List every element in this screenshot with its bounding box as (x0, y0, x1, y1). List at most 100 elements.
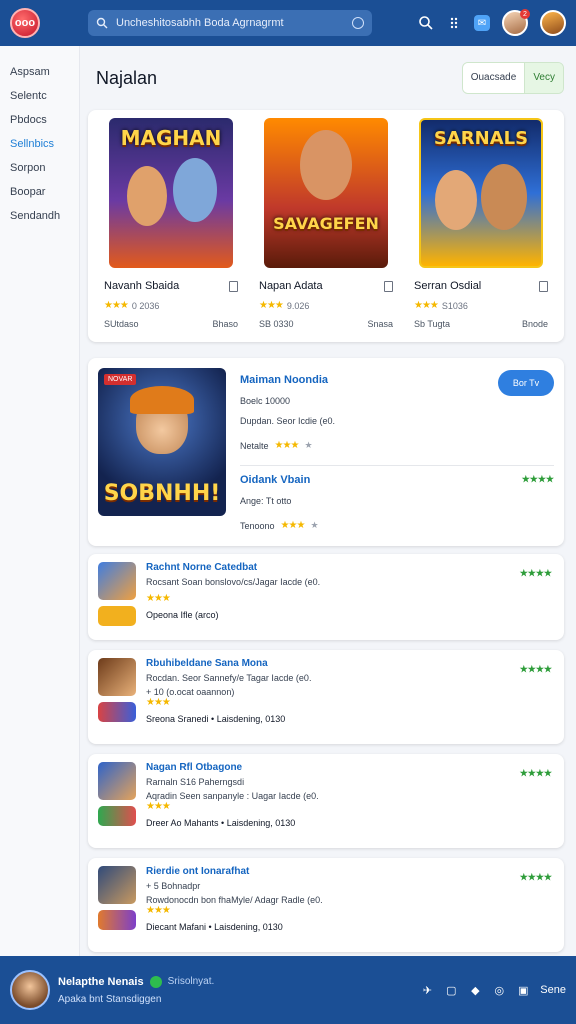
list-footer: Diecant Mafani • Laisdening, 0130 (146, 922, 283, 932)
profile-status: Srisolnyat. (167, 976, 215, 987)
game-title[interactable]: Napan Adata (259, 280, 323, 292)
game-cover[interactable]: SAVAGEFEN (264, 118, 388, 268)
segment-option-active[interactable]: Vecy (525, 63, 563, 93)
character-art (127, 166, 167, 226)
detail-subtitle[interactable]: Oidank Vbain (240, 474, 310, 486)
game-thumbnail[interactable] (98, 702, 136, 722)
list-item[interactable]: Rierdie ont Ionarafhat + 5 Bohnadpr Rowd… (88, 858, 564, 952)
list-item[interactable]: Rbuhibeldane Sana Mona Rocdan. Seor Sann… (88, 650, 564, 744)
detail-description: Dupdan. Seor Icdie (e0. (240, 416, 336, 426)
star-rating: ★★★ (146, 801, 171, 812)
page-title: Najalan (96, 67, 158, 88)
sidebar-item[interactable]: Sorpon (0, 156, 79, 180)
list-description: + 5 Bohnadpr (146, 881, 201, 891)
sidebar-item[interactable]: Pbdocs (0, 108, 79, 132)
share-icon[interactable]: ✈ (420, 983, 434, 997)
rating-label: Netalte (240, 440, 269, 451)
game-title[interactable]: Navanh Sbaida (104, 280, 179, 292)
sidebar-item[interactable]: Sendandh (0, 204, 79, 228)
bookmark-icon[interactable] (539, 280, 548, 292)
sidebar-item-active[interactable]: Sellnbics (0, 132, 79, 156)
game-foot-left: SB 0330 (259, 319, 294, 329)
main-content: Najalan Ouacsade Vecy MAGHAN Navanh Sbai… (88, 46, 564, 952)
empty-star-icon: ★ (310, 520, 319, 530)
character-art (300, 130, 352, 200)
profile-subtitle: Apaka bnt Stansdiggen (58, 993, 162, 1005)
bookmark-icon[interactable] (384, 280, 393, 292)
game-thumbnail[interactable] (98, 762, 136, 800)
bottom-label[interactable]: Sene (540, 984, 566, 996)
user-avatar[interactable] (540, 10, 566, 36)
game-thumbnail[interactable] (98, 910, 136, 930)
game-meta: 9.026 (286, 300, 310, 311)
settings-icon[interactable]: ◎ (492, 983, 506, 997)
bookmark-icon[interactable] (229, 280, 238, 292)
sidebar: Aspsam Selentc Pbdocs Sellnbics Sorpon B… (0, 46, 80, 956)
featured-game[interactable]: SAVAGEFEN Napan Adata ★★★ 9.026 SB 0330 Sn… (251, 118, 401, 334)
game-cover[interactable]: MAGHAN (109, 118, 233, 268)
game-foot-right: Bnode (521, 319, 548, 329)
game-thumbnail[interactable] (98, 806, 136, 826)
green-rating: ★★★★ (521, 474, 554, 484)
top-bar: ooo Uncheshitosabhh Boda Agrnagrmt ✉ 2 (0, 0, 576, 46)
list-item[interactable]: Nagan Rfl Otbagone Rarnaln S16 Paherngsd… (88, 754, 564, 848)
online-status-icon (149, 975, 162, 988)
rating-label: Tenoono (240, 520, 275, 531)
game-thumbnail[interactable] (98, 562, 136, 600)
game-title[interactable]: Serran Osdial (414, 280, 481, 292)
profile-avatar[interactable] (10, 970, 50, 1010)
voice-search-icon[interactable] (352, 17, 364, 29)
game-thumbnail[interactable] (98, 658, 136, 696)
notification-icon[interactable]: ▢ (444, 983, 458, 997)
sidebar-item[interactable]: Selentc (0, 84, 79, 108)
list-footer: Dreer Ao Mahants • Laisdening, 0130 (146, 818, 296, 828)
list-item[interactable]: Rachnt Norne Catedbat Rocsant Soan bonsl… (88, 554, 564, 640)
view-toggle[interactable]: Ouacsade Vecy (461, 62, 564, 94)
play-button[interactable]: Bor Tv (498, 370, 554, 396)
grid-icon[interactable] (446, 15, 462, 31)
message-icon[interactable]: ✉ (474, 15, 490, 31)
empty-star-icon: ★ (304, 440, 313, 450)
profile-name[interactable]: Nelapthe Nenais (58, 976, 144, 988)
featured-game[interactable]: SARNALS Serran Osdial ★★★ S1036 Sb Tugta B… (406, 118, 556, 334)
featured-game[interactable]: MAGHAN Navanh Sbaida ★★★ 0 2036 SUtdaso Bh… (96, 118, 246, 334)
star-rating: ★★★ (274, 440, 300, 451)
list-footer: Opeona Ifle (arco) (146, 610, 219, 620)
app-logo[interactable]: ooo (10, 8, 40, 38)
notification-avatar[interactable]: 2 (502, 9, 530, 36)
game-foot-left: SUtdaso (104, 319, 139, 329)
featured-games-card: MAGHAN Navanh Sbaida ★★★ 0 2036 SUtdaso Bh… (88, 110, 564, 342)
search-icon[interactable] (418, 15, 434, 31)
game-thumbnail[interactable] (98, 866, 136, 904)
cover-title: SAVAGEFEN (273, 214, 379, 233)
bottom-bar: Nelapthe Nenais Srisolnyat. Apaka bnt St… (0, 956, 576, 1024)
list-subline: Rowdonocdn bon fhaMyle/ Adagr Radle (e0. (146, 895, 323, 905)
list-title[interactable]: Rierdie ont Ionarafhat (146, 866, 554, 877)
star-rating: ★★★ (146, 593, 171, 604)
green-rating: ★★★★ (519, 768, 552, 778)
list-description: Rarnaln S16 Paherngsdi (146, 777, 245, 787)
green-rating: ★★★★ (519, 872, 552, 882)
sidebar-item[interactable]: Aspsam (0, 60, 79, 84)
segment-option[interactable]: Ouacsade (462, 63, 526, 93)
cover-title: SOBNHH! (103, 481, 221, 506)
star-rating: ★★★ (104, 300, 129, 311)
star-rating: ★★★ (146, 697, 171, 708)
game-meta: S1036 (441, 300, 468, 311)
divider (240, 465, 554, 466)
game-thumbnail[interactable] (98, 606, 136, 626)
search-bar[interactable]: Uncheshitosabhh Boda Agrnagrmt (88, 10, 372, 36)
detail-subline: Ange: Tt otto (240, 496, 292, 506)
list-title[interactable]: Rachnt Norne Catedbat (146, 562, 554, 573)
game-foot-left: Sb Tugta (414, 319, 451, 329)
search-icon (96, 17, 108, 29)
character-art (435, 170, 477, 230)
list-title[interactable]: Rbuhibeldane Sana Mona (146, 658, 554, 669)
list-title[interactable]: Nagan Rfl Otbagone (146, 762, 554, 773)
detail-cover[interactable]: NOVAR SOBNHH! (98, 368, 226, 516)
sidebar-item[interactable]: Boopar (0, 180, 79, 204)
game-cover[interactable]: SARNALS (419, 118, 543, 268)
chat-icon[interactable]: ▣ (516, 983, 530, 997)
tag-icon[interactable]: ◆ (468, 983, 482, 997)
character-hat (130, 386, 194, 414)
